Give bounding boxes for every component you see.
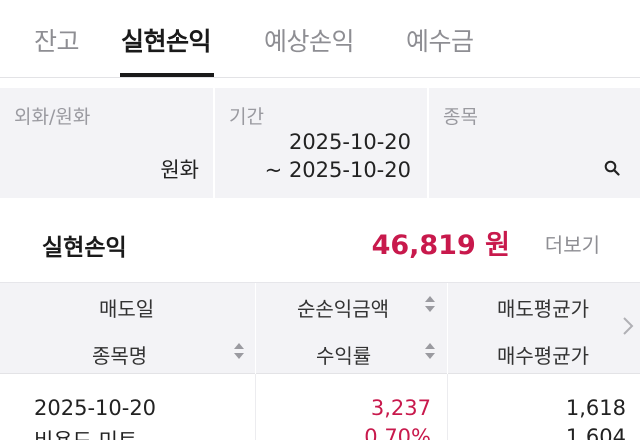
cell-stock-name: 비욘드 미트 [34,425,137,440]
currency-filter-value: 원화 [160,158,199,182]
cell-net-profit: 3,237 [370,396,431,420]
tab-balance[interactable]: 잔고 [34,22,80,58]
cell-sell-avg-price: 1,618 [565,396,626,420]
currency-filter[interactable]: 외화/원화 원화 [0,88,213,198]
period-filter[interactable]: 기간 2025-10-20 ~ 2025-10-20 [215,88,427,198]
more-button[interactable]: 더보기 [545,229,600,258]
sort-icon[interactable] [233,342,245,360]
cell-buy-avg-price: 1,604 [565,425,626,440]
header-stock-name[interactable]: 종목명 [92,340,147,369]
currency-filter-label: 외화/원화 [14,106,91,128]
active-tab-indicator [120,73,214,77]
tab-realized-pnl[interactable]: 실현손익 [121,22,212,58]
filter-panel: 외화/원화 원화 기간 2025-10-20 ~ 2025-10-20 종목 [0,88,640,198]
column-divider [255,283,256,375]
stock-filter-label: 종목 [443,106,478,128]
header-return-rate[interactable]: 수익률 [316,340,371,369]
sort-icon[interactable] [424,342,436,360]
summary-amount: 46,819 원 [371,230,510,261]
period-start-date: 2025-10-20 [288,130,411,154]
period-end-date: ~ 2025-10-20 [264,158,411,182]
column-divider [447,283,448,375]
chevron-right-icon[interactable] [622,316,634,336]
column-divider [447,374,448,440]
sort-icon[interactable] [424,295,436,313]
search-icon[interactable] [604,160,620,176]
stock-filter[interactable]: 종목 [429,88,640,198]
cell-return-rate: 0.70% [364,425,431,440]
column-divider [255,374,256,440]
header-sell-avg-price: 매도평균가 [497,297,589,321]
cell-sell-date: 2025-10-20 [34,396,157,420]
table-row[interactable]: 2025-10-20 3,237 1,618 비욘드 미트 0.70% 1,60… [0,374,640,440]
period-filter-label: 기간 [229,106,264,128]
tab-deposit[interactable]: 예수금 [406,22,474,58]
table-header: 매도일 순손익금액 매도평균가 종목명 수익률 매수평균가 [0,282,640,375]
header-sell-date: 매도일 [99,297,155,321]
realized-pnl-summary: 실현손익 46,819 원 더보기 [0,198,640,282]
summary-label: 실현손익 [42,235,127,261]
tab-expected-pnl[interactable]: 예상손익 [264,22,355,58]
header-net-profit[interactable]: 순손익금액 [297,293,389,322]
header-buy-avg-price: 매수평균가 [497,344,589,368]
tab-bar: 잔고 실현손익 예상손익 예수금 [0,0,640,78]
